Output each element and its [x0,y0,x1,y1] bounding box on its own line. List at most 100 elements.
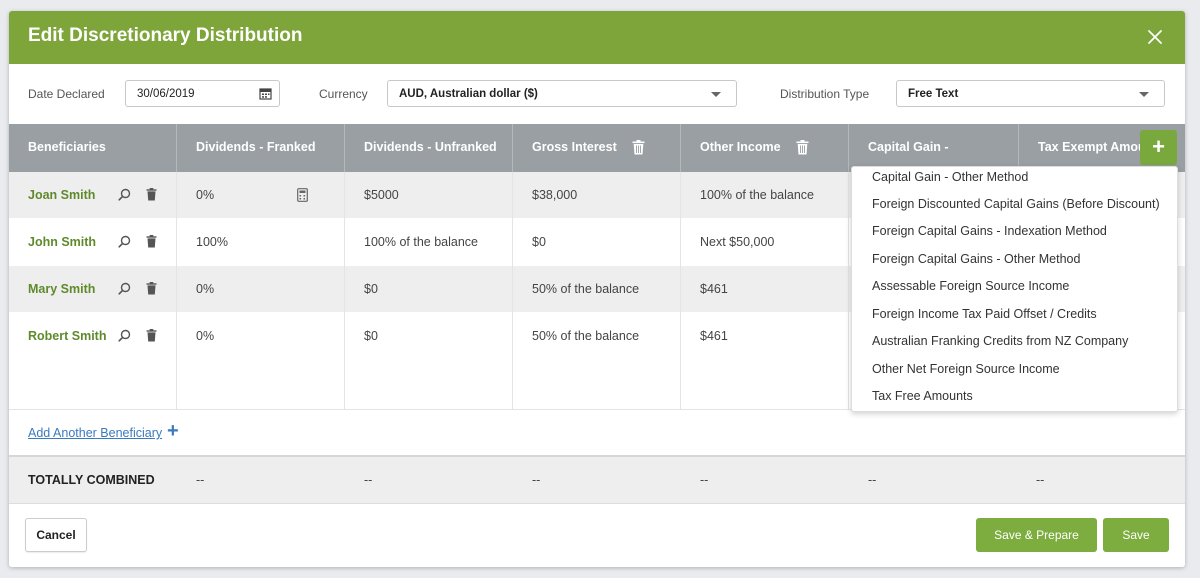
other-income-cell: Next $50,000 [680,218,848,266]
filters-bar: Date Declared 30/06/2019 Currency AUD, A… [9,64,1185,124]
currency-label: Currency [319,87,368,101]
unfranked-cell: $5000 [344,172,512,218]
distribution-type-select[interactable]: Free Text [896,80,1165,107]
interest-value[interactable]: $0 [532,235,546,249]
interest-cell: 50% of the balance [512,312,680,409]
totals-label: TOTALLY COMBINED [28,473,155,487]
currency-value: AUD, Australian dollar ($) [399,88,538,100]
distribution-type-label: Distribution Type [780,87,870,101]
beneficiary-name[interactable]: Mary Smith [28,282,95,296]
save-prepare-button[interactable]: Save & Prepare [976,518,1097,552]
other-income-value[interactable]: $461 [700,282,728,296]
dialog-header: Edit Discretionary Distribution [9,11,1185,64]
total-value: -- [364,473,373,487]
date-declared-value: 30/06/2019 [137,88,195,100]
column-header-label: Dividends - Unfranked [364,140,497,154]
other-income-value[interactable]: 100% of the balance [700,188,814,202]
beneficiary-cell: Mary Smith [9,266,176,312]
search-icon[interactable] [118,282,131,295]
calculator-icon[interactable] [297,188,308,202]
dropdown-item[interactable]: Capital Gain - Other Method [872,170,1028,184]
dropdown-item[interactable]: Australian Franking Credits from NZ Comp… [872,334,1128,348]
interest-value[interactable]: 50% of the balance [532,329,639,343]
beneficiary-cell: Robert Smith [9,312,176,409]
total-value: -- [532,473,541,487]
dropdown-item[interactable]: Tax Free Amounts [872,389,973,403]
interest-cell: $38,000 [512,172,680,218]
column-header-label: Capital Gain - [868,140,949,154]
dropdown-item[interactable]: Foreign Income Tax Paid Offset / Credits [872,307,1097,321]
total-value: -- [700,473,709,487]
other-income-value[interactable]: $461 [700,329,728,343]
currency-select[interactable]: AUD, Australian dollar ($) [387,80,737,107]
trash-icon[interactable] [146,282,157,295]
trash-icon[interactable] [146,329,157,342]
beneficiary-cell: John Smith [9,218,176,266]
column-header-capital-gain[interactable]: Capital Gain - [848,124,1018,172]
chevron-down-icon [711,92,721,97]
unfranked-value[interactable]: $5000 [364,188,399,202]
beneficiary-cell: Joan Smith [9,172,176,218]
franked-cell: 0% [176,312,344,409]
date-declared-label: Date Declared [28,87,105,101]
column-header-label: Other Income [700,140,781,154]
other-income-cell: 100% of the balance [680,172,848,218]
cancel-button[interactable]: Cancel [25,518,87,552]
trash-icon[interactable] [632,140,645,155]
search-icon[interactable] [118,188,131,201]
trash-icon[interactable] [146,235,157,248]
trash-icon[interactable] [796,140,809,155]
plus-icon[interactable]: + [167,420,179,443]
interest-value[interactable]: 50% of the balance [532,282,639,296]
beneficiary-name[interactable]: Robert Smith [28,329,106,343]
close-icon[interactable] [1145,27,1165,47]
total-value: -- [196,473,205,487]
unfranked-cell: $0 [344,312,512,409]
save-button[interactable]: Save [1103,518,1169,552]
totals-row: TOTALLY COMBINED -- -- -- -- -- -- [9,455,1185,503]
add-column-button[interactable]: + [1140,130,1177,165]
chevron-down-icon [1139,92,1149,97]
total-value: -- [868,473,877,487]
franked-value[interactable]: 0% [196,188,214,202]
distribution-type-value: Free Text [908,88,959,100]
franked-cell: 100% [176,218,344,266]
column-header-beneficiaries: Beneficiaries [9,124,176,172]
interest-cell: $0 [512,218,680,266]
column-header-label: Gross Interest [532,140,617,154]
column-header-tax-exempt: Tax Exempt Amounts [1018,124,1148,172]
unfranked-cell: $0 [344,266,512,312]
column-header-label: Dividends - Franked [196,140,316,154]
search-icon[interactable] [118,235,131,248]
column-header-dividends-franked: Dividends - Franked [176,124,344,172]
beneficiary-name[interactable]: John Smith [28,235,96,249]
dropdown-item[interactable]: Assessable Foreign Source Income [872,279,1069,293]
franked-value[interactable]: 100% [196,235,228,249]
table-header: Beneficiaries Dividends - Franked Divide… [9,124,1185,172]
dropdown-item[interactable]: Foreign Capital Gains - Indexation Metho… [872,224,1107,238]
dialog-footer: Cancel Save & Prepare Save [9,503,1185,567]
column-header-dividends-unfranked: Dividends - Unfranked [344,124,512,172]
unfranked-value[interactable]: $0 [364,329,378,343]
column-header-other-income: Other Income [680,124,848,172]
calendar-icon[interactable] [259,87,272,100]
interest-value[interactable]: $38,000 [532,188,577,202]
other-income-value[interactable]: Next $50,000 [700,235,774,249]
interest-cell: 50% of the balance [512,266,680,312]
dropdown-item[interactable]: Foreign Discounted Capital Gains (Before… [872,197,1160,211]
date-declared-input[interactable]: 30/06/2019 [125,80,280,107]
unfranked-value[interactable]: 100% of the balance [364,235,478,249]
search-icon[interactable] [118,329,131,342]
add-beneficiary-link[interactable]: Add Another Beneficiary [28,426,162,440]
franked-value[interactable]: 0% [196,282,214,296]
beneficiary-name[interactable]: Joan Smith [28,188,95,202]
franked-value[interactable]: 0% [196,329,214,343]
capital-gain-dropdown-menu: Capital Gain - Other Method Foreign Disc… [851,166,1178,412]
column-header-label: Beneficiaries [28,140,106,154]
trash-icon[interactable] [146,188,157,201]
unfranked-value[interactable]: $0 [364,282,378,296]
other-income-cell: $461 [680,312,848,409]
column-header-label: Tax Exempt Amounts [1038,140,1148,154]
dropdown-item[interactable]: Foreign Capital Gains - Other Method [872,252,1080,266]
dropdown-item[interactable]: Other Net Foreign Source Income [872,362,1060,376]
